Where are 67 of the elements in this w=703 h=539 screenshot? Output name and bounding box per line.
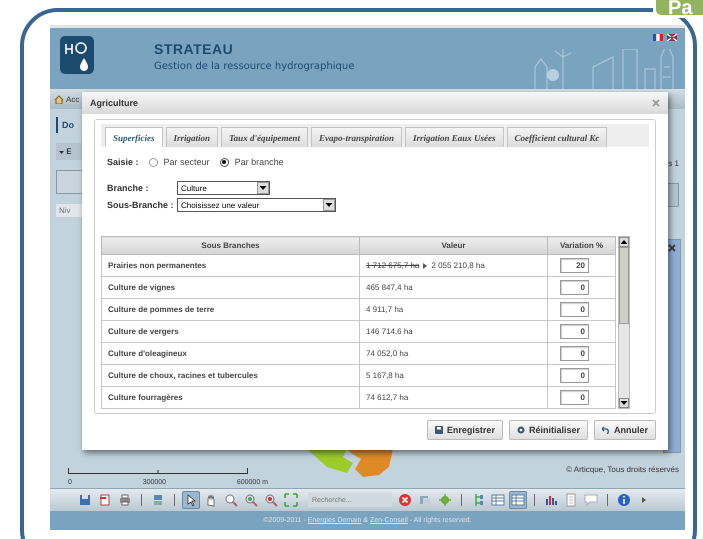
list-icon[interactable] (509, 491, 527, 509)
tab[interactable]: Irrigation Eaux Usées (404, 127, 504, 147)
save-button[interactable]: Enregistrer (426, 420, 503, 440)
table-cell: Culture de vergers (102, 320, 360, 342)
tab[interactable]: Coefficient cultural Kc (506, 127, 608, 147)
table-cell: Culture de pommes de terre (102, 298, 360, 320)
breadcrumb-link[interactable]: Acc (54, 94, 80, 104)
dialog-title: Agriculture (90, 98, 138, 108)
sub-branch-select[interactable]: Choisissez une valeur (177, 198, 336, 212)
reset-button[interactable]: Réinitialiser (508, 420, 588, 440)
table-cell: Culture de choux, racines et tubercules (102, 364, 360, 386)
value-text: 4 911,7 ha (366, 305, 404, 314)
variation-input[interactable]: 0 (560, 280, 589, 295)
column-header: Variation % (548, 236, 616, 254)
side-text: s 1 (668, 159, 679, 168)
variation-input[interactable]: 0 (560, 368, 589, 383)
column-header: Valeur (360, 236, 548, 254)
radio-button[interactable] (220, 158, 229, 166)
tab[interactable]: Irrigation (166, 127, 218, 147)
value-text: 146 714,6 ha (366, 327, 413, 336)
full-extent-icon[interactable] (282, 491, 300, 509)
radio-button[interactable] (148, 158, 158, 166)
caret-icon (59, 151, 64, 154)
logo-icon (60, 36, 94, 74)
french-flag-icon[interactable] (653, 34, 663, 41)
app-subtitle: Gestion de la ressource hydrographique (154, 61, 354, 72)
panel-button[interactable] (56, 170, 84, 194)
app-title: STRATEAU (154, 41, 234, 57)
undo-arrow-icon (602, 426, 610, 434)
field-label: Sous-Branche : (107, 200, 175, 210)
variation-input[interactable]: 0 (560, 302, 589, 317)
value-text: 74 052,0 ha (366, 349, 408, 358)
scale-bar-icon (68, 468, 248, 474)
table-cell: Culture d'oleagineux (102, 342, 360, 364)
map-copyright: © Articque, Tous droits réservés (566, 465, 679, 474)
value-text: 5 167,8 ha (366, 371, 404, 380)
branch-select[interactable]: Culture (177, 181, 270, 195)
cancel-button[interactable]: Annuler (594, 420, 656, 440)
radio-label[interactable]: Par secteur (164, 157, 210, 167)
column-header: Sous Branches (102, 236, 360, 254)
tab[interactable]: Superficies (105, 127, 162, 147)
table-cell: Culture fourragères (102, 386, 360, 408)
value-text: 1 712 675,7 ha (366, 261, 420, 270)
scroll-down-icon[interactable] (619, 398, 629, 408)
value-text: 74 612,7 ha (366, 393, 408, 402)
clear-icon[interactable] (396, 491, 414, 509)
value-text: 465 847,4 ha (366, 283, 413, 292)
tab[interactable]: Evapo-transpiration (310, 127, 402, 147)
variation-input[interactable]: 0 (560, 390, 589, 405)
table-cell: Prairies non permanentes (102, 254, 360, 276)
arrow-right-icon (423, 262, 428, 268)
pointer-icon[interactable] (182, 491, 200, 509)
variation-input[interactable]: 0 (560, 324, 589, 339)
variation-input[interactable]: 0 (560, 346, 589, 361)
scroll-up-icon[interactable] (619, 237, 629, 247)
field-label: Saisie : (107, 157, 139, 167)
british-flag-icon[interactable] (667, 34, 677, 41)
scrollbar[interactable] (618, 236, 630, 409)
info-icon[interactable] (615, 491, 633, 509)
new-value-text: 2 055 210,8 ha (431, 261, 485, 270)
tab[interactable]: Taux d'équipement (221, 127, 308, 147)
dropdown-button[interactable]: E (56, 143, 82, 160)
variation-input[interactable]: 20 (560, 258, 589, 273)
close-icon[interactable] (668, 244, 676, 252)
table-cell: Culture de vignes (102, 276, 360, 298)
field-label: Branche : (107, 183, 150, 193)
radio-label[interactable]: Par branche (234, 157, 284, 167)
